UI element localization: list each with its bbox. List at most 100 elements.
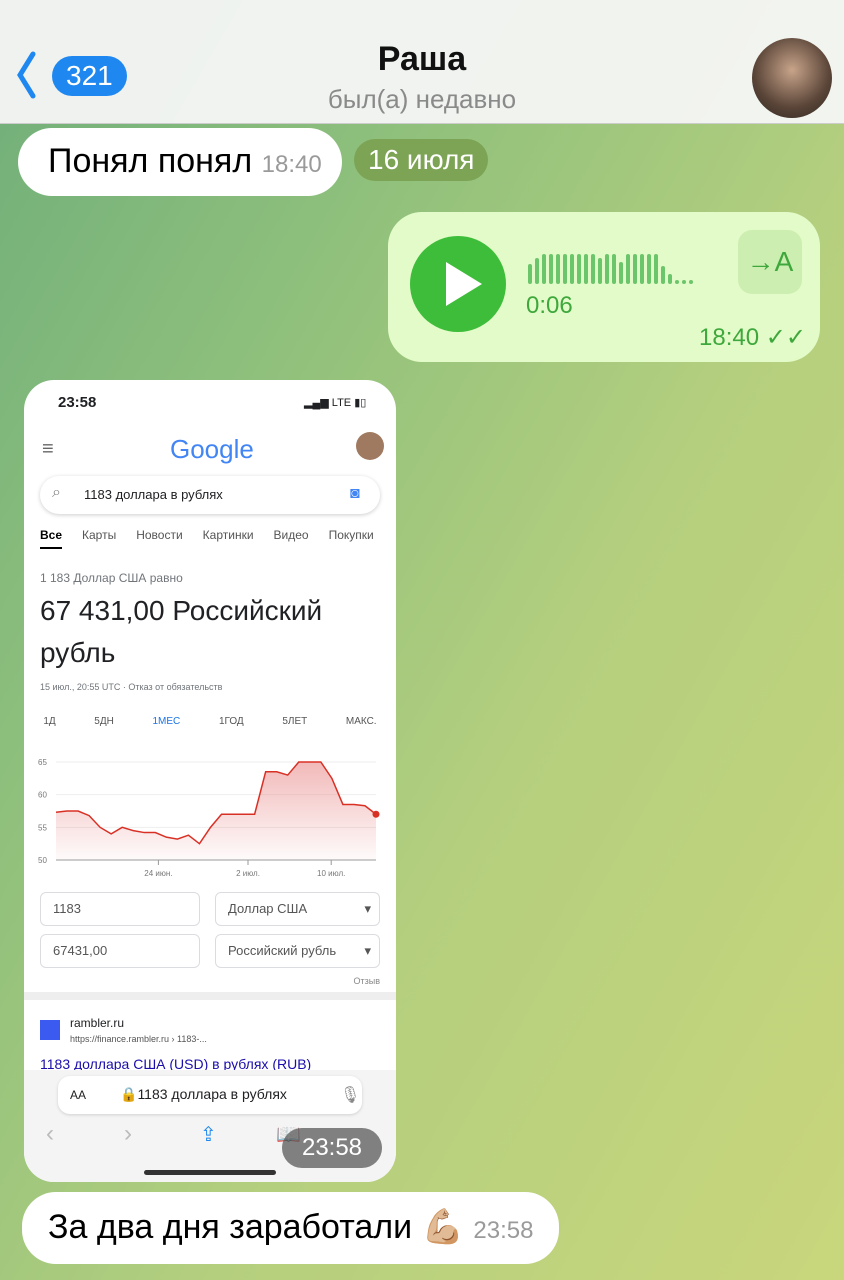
waveform-bar: [556, 254, 560, 284]
to-currency-select[interactable]: Российский рубль ▾: [215, 934, 380, 968]
share-icon[interactable]: ⇪: [200, 1122, 217, 1147]
range-tab[interactable]: 1МЕС: [153, 716, 181, 727]
divider: [24, 992, 396, 1000]
range-tab[interactable]: МАКС.: [346, 716, 377, 727]
chat-title[interactable]: Раша: [0, 40, 844, 79]
date-separator: 16 июля: [354, 139, 489, 181]
waveform-bar: [584, 254, 588, 284]
waveform-bar: [570, 254, 574, 284]
signal-icon: ▂▄▆: [304, 397, 332, 409]
x-tick-label: 2 июл.: [236, 869, 260, 878]
search-icon: ⌕: [52, 484, 61, 501]
forward-icon[interactable]: ›: [124, 1120, 132, 1148]
waveform-bar: [577, 254, 581, 284]
tab-all: Все: [40, 528, 63, 549]
waveform-bar: [668, 274, 672, 284]
y-tick-label: 55: [38, 823, 47, 832]
range-tab[interactable]: 5ЛЕТ: [282, 716, 307, 727]
waveform-bar: [647, 254, 651, 284]
network-indicator: ▂▄▆ LTE ▮▯: [304, 397, 367, 409]
google-logo: Google: [170, 434, 254, 464]
search-tabs[interactable]: Все Карты Новости Картинки Видео Покупки: [40, 528, 394, 549]
avatar[interactable]: [752, 38, 832, 118]
result-note[interactable]: 15 июл., 20:55 UTC · Отказ от обязательс…: [40, 682, 222, 692]
range-tab[interactable]: 1Д: [43, 716, 55, 727]
range-tab[interactable]: 1ГОД: [219, 716, 244, 727]
lock-icon: 🔒: [120, 1086, 138, 1102]
waveform-bar: [661, 266, 665, 284]
x-tick-label: 24 июн.: [144, 869, 172, 878]
area-fill: [56, 762, 376, 860]
last-point: [372, 810, 380, 818]
feedback-link[interactable]: Отзыв: [354, 976, 381, 986]
message-time: 18:40: [261, 151, 322, 178]
message-time: 23:58: [282, 1128, 382, 1168]
search-input[interactable]: ⌕ 1183 доллара в рублях ◙: [40, 476, 380, 514]
waveform-bar: [563, 254, 567, 284]
waveform-bar: [654, 254, 658, 284]
address-text: 🔒1183 доллара в рублях: [120, 1086, 287, 1102]
site-favicon: [40, 1020, 60, 1040]
waveform-bar: [633, 254, 637, 284]
waveform[interactable]: [528, 250, 693, 284]
message-text: Понял понял: [48, 142, 253, 180]
waveform-bar: [549, 254, 553, 284]
range-tab[interactable]: 5ДН: [94, 716, 114, 727]
dropdown-icon: ▾: [364, 901, 371, 916]
tab-news: Новости: [136, 528, 183, 542]
tab-maps: Карты: [82, 528, 117, 542]
address-bar[interactable]: AA 🔒1183 доллара в рублях 🎙: [58, 1076, 362, 1114]
message-time: 23:58: [473, 1217, 534, 1244]
waveform-bar: [612, 254, 616, 284]
avatar[interactable]: [356, 432, 384, 460]
waveform-bar: [598, 258, 602, 284]
tab-images: Картинки: [202, 528, 254, 542]
exchange-chart[interactable]: 50 55 60 65 24 июн. 2 июл. 10 июл.: [24, 750, 396, 880]
link-site[interactable]: rambler.ru: [70, 1016, 124, 1030]
y-tick-label: 60: [38, 791, 47, 800]
range-tabs[interactable]: 1Д 5ДН 1МЕС 1ГОД 5ЛЕТ МАКС.: [24, 716, 396, 727]
home-indicator: [144, 1170, 276, 1175]
to-amount-input[interactable]: 67431,00: [40, 934, 200, 968]
waveform-bar: [605, 254, 609, 284]
status-time: 23:58: [58, 394, 97, 411]
back-icon[interactable]: ‹: [46, 1120, 54, 1148]
message-bubble[interactable]: За два дня заработали 💪🏼 23:58: [22, 1192, 560, 1264]
waveform-bar: [675, 280, 679, 284]
tab-shopping: Покупки: [328, 528, 374, 542]
waveform-bar: [626, 254, 630, 284]
waveform-bar: [591, 254, 595, 284]
y-tick-label: 50: [38, 856, 47, 865]
waveform-bar: [528, 264, 532, 284]
y-tick-label: 65: [38, 758, 47, 767]
waveform-bar: [542, 254, 546, 284]
waveform-bar: [535, 258, 539, 284]
camera-icon: ◙: [350, 485, 360, 502]
message-time: 18:40 ✓✓: [699, 324, 806, 351]
last-seen-status: был(а) недавно: [327, 84, 517, 114]
result-label: 1 183 Доллар США равно: [40, 571, 183, 585]
dropdown-icon: ▾: [364, 943, 371, 958]
flexed-biceps-emoji: 💪🏼: [421, 1208, 464, 1246]
link-url[interactable]: https://finance.rambler.ru › 1183-...: [70, 1034, 207, 1044]
voice-message[interactable]: 0:06 →A 18:40 ✓✓: [388, 212, 820, 362]
waveform-bar: [640, 254, 644, 284]
waveform-bar: [619, 262, 623, 284]
waveform-bar: [689, 280, 693, 284]
image-message[interactable]: 23:58 ▂▄▆ LTE ▮▯ ≡ Google ⌕ 1183 доллара…: [24, 380, 396, 1182]
battery-icon: ▮▯: [354, 397, 367, 409]
from-currency-select[interactable]: Доллар США ▾: [215, 892, 380, 926]
mic-icon: 🎙: [340, 1087, 361, 1104]
message-text: За два дня заработали: [48, 1208, 413, 1246]
waveform-bar: [682, 280, 686, 284]
tab-video: Видео: [273, 528, 309, 542]
from-amount-input[interactable]: 1183: [40, 892, 200, 926]
reader-button: AA: [70, 1088, 87, 1102]
x-tick-label: 10 июл.: [317, 869, 345, 878]
play-icon[interactable]: [410, 236, 506, 332]
voice-duration: 0:06: [526, 292, 573, 319]
chat-header: 321 Раша был(а) недавно: [0, 0, 844, 124]
transcribe-button[interactable]: →A: [738, 230, 802, 294]
menu-icon[interactable]: ≡: [42, 438, 54, 461]
message-bubble[interactable]: Понял понял 18:40: [18, 128, 342, 196]
